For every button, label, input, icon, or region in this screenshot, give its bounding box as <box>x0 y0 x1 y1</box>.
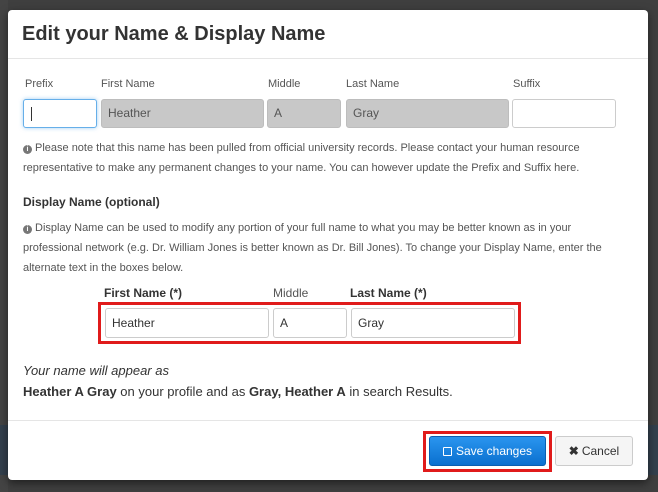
help-line-1: Display Name can be used to modify any p… <box>35 222 572 234</box>
preview-profile-name: Heather A Gray <box>23 384 117 399</box>
preview-mid-text: on your profile and as <box>116 384 249 399</box>
floppy-disk-icon <box>442 447 452 456</box>
edit-name-modal: Edit your Name & Display Name Prefix Fir… <box>8 10 648 480</box>
modal-header: Edit your Name & Display Name <box>8 10 648 59</box>
modal-footer: Save changes ✖ Cancel <box>8 420 648 480</box>
last-name-label: Last Name <box>346 78 400 90</box>
modal-title: Edit your Name & Display Name <box>22 23 326 45</box>
display-first-name-input[interactable]: Heather <box>105 308 269 338</box>
first-name-label: First Name <box>101 78 155 90</box>
name-source-note: i Please note that this name has been pul… <box>23 138 623 178</box>
preview-sentence: Heather A Gray on your profile and as Gr… <box>23 384 453 399</box>
help-line-2: professional network (e.g. Dr. William J… <box>23 242 602 254</box>
preview-search-name: Gray, Heather A <box>248 384 346 399</box>
display-last-name-input[interactable]: Gray <box>351 308 515 338</box>
note-line-2: representative to make any permanent cha… <box>23 162 580 174</box>
display-middle-label: Middle <box>273 286 309 300</box>
display-last-name-label: Last Name (*) <box>350 286 427 300</box>
suffix-label: Suffix <box>513 78 541 90</box>
display-name-help: i Display Name can be used to modify any … <box>23 218 623 278</box>
info-icon: i <box>23 225 32 234</box>
middle-name-label: Middle <box>268 78 301 90</box>
note-line-1: Please note that this name has been pull… <box>35 142 580 154</box>
help-line-3: alternate text in the boxes below. <box>23 262 184 274</box>
middle-name-field: A <box>267 99 341 128</box>
preview-intro: Your name will appear as <box>23 363 169 378</box>
info-icon: i <box>23 145 32 154</box>
text-caret <box>31 106 32 121</box>
preview-intro-text: Your name will appear as <box>23 363 169 378</box>
display-name-heading: Display Name (optional) <box>23 195 160 209</box>
first-name-field: Heather <box>101 99 264 128</box>
save-changes-label: Save changes <box>455 444 533 458</box>
save-changes-button[interactable]: Save changes <box>429 436 546 466</box>
preview-end-text: in search Results. <box>345 384 453 399</box>
last-name-field: Gray <box>346 99 509 128</box>
prefix-label: Prefix <box>25 78 54 90</box>
cancel-button[interactable]: ✖ Cancel <box>555 436 633 466</box>
prefix-input[interactable] <box>23 99 97 128</box>
close-icon: ✖ <box>568 444 579 458</box>
display-middle-input[interactable]: A <box>273 308 347 338</box>
display-first-name-label: First Name (*) <box>104 286 183 300</box>
cancel-label: Cancel <box>581 444 620 458</box>
suffix-input[interactable] <box>512 99 616 128</box>
backdrop-left <box>0 0 8 492</box>
